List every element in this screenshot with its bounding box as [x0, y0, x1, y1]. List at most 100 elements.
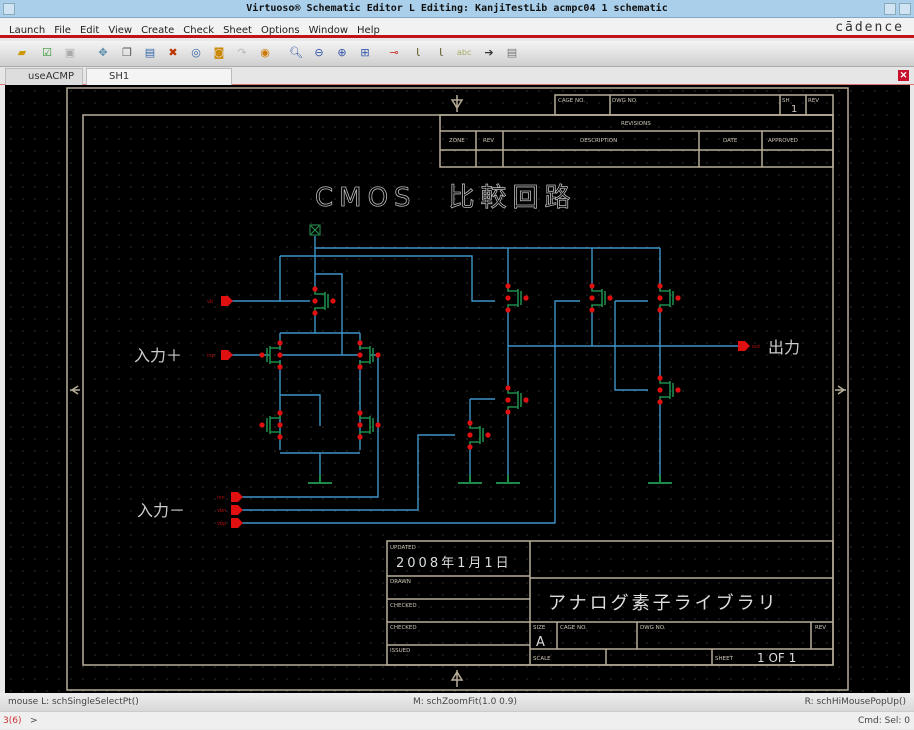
- pin-vb[interactable]: [221, 296, 233, 306]
- terminal-dot: [485, 432, 491, 438]
- description-header: DESCRIPTION: [580, 138, 617, 144]
- terminal-dot: [589, 283, 595, 289]
- terminal-dot: [277, 352, 283, 358]
- terminal-dot: [357, 352, 363, 358]
- pin-inp[interactable]: [221, 350, 233, 360]
- terminal-dot: [375, 352, 381, 358]
- pin-label: vb: [207, 299, 213, 305]
- mosfet-symbol[interactable]: [312, 286, 336, 316]
- terminal-dot: [607, 295, 613, 301]
- checked-label: CHECKED: [390, 603, 417, 609]
- size-label: SIZE: [533, 625, 546, 631]
- mouse-right-status: R: schHiMousePopUp(): [804, 697, 906, 707]
- rev-label: REV: [808, 98, 819, 104]
- issued-label: ISSUED: [390, 648, 410, 654]
- schematic-drawing: CAGE NO. DWG NO. SH 1 REV REVISIONS ZONE…: [66, 87, 849, 691]
- mosfet-symbol[interactable]: [505, 283, 529, 313]
- date-header: DATE: [723, 138, 738, 144]
- terminal-dot: [523, 295, 529, 301]
- rev-header: REV: [483, 138, 494, 144]
- mosfet-symbol[interactable]: [259, 340, 283, 370]
- size-value: A: [536, 635, 545, 650]
- ground-symbols: [308, 475, 672, 484]
- terminal-dot: [467, 444, 473, 450]
- cage-no-label: CAGE NO.: [558, 98, 585, 104]
- dwg-no-label: DWG NO.: [612, 98, 638, 104]
- input-plus-label: 入力＋: [134, 346, 182, 365]
- terminal-dot: [357, 340, 363, 346]
- mosfet-symbol[interactable]: [357, 340, 381, 370]
- terminal-dot: [657, 307, 663, 313]
- pin-label: out: [752, 344, 760, 350]
- terminal-dot: [357, 364, 363, 370]
- mosfet-symbol[interactable]: [259, 410, 283, 440]
- pins[interactable]: vb inp inn vbn vbp out: [207, 296, 760, 528]
- checked-label-2: CHECKED: [390, 625, 417, 631]
- pin-label: vbp: [217, 521, 226, 527]
- terminal-dot: [657, 283, 663, 289]
- terminal-dot: [657, 387, 663, 393]
- terminal-dot: [375, 422, 381, 428]
- revision-block-text: CAGE NO. DWG NO. SH 1 REV REVISIONS ZONE…: [449, 98, 819, 144]
- terminal-dot: [277, 410, 283, 416]
- transistors[interactable]: [259, 283, 681, 450]
- mosfet-symbol[interactable]: [467, 420, 491, 450]
- terminal-dot: [467, 432, 473, 438]
- terminal-dot: [523, 397, 529, 403]
- cmd-sel-status: Cmd: Sel: 0: [857, 716, 910, 726]
- output-label: 出力: [768, 338, 800, 357]
- command-bar: 3(6) > Cmd: Sel: 0: [0, 711, 914, 729]
- terminal-dot: [277, 364, 283, 370]
- pin-vbn[interactable]: [231, 505, 243, 515]
- terminal-dot: [505, 409, 511, 415]
- library-name: アナログ素子ライブラリ: [548, 592, 779, 614]
- terminal-dot: [277, 434, 283, 440]
- mosfet-symbol[interactable]: [589, 283, 613, 313]
- mosfet-symbol[interactable]: [505, 385, 529, 415]
- terminal-dot: [357, 434, 363, 440]
- pin-label: inn: [217, 495, 225, 501]
- drawn-label: DRAWN: [390, 579, 411, 585]
- input-minus-label: 入力－: [137, 501, 185, 520]
- terminal-dot: [589, 295, 595, 301]
- terminal-dot: [505, 295, 511, 301]
- pin-out[interactable]: [738, 341, 750, 351]
- zone-header: ZONE: [449, 138, 465, 144]
- terminal-dot: [277, 422, 283, 428]
- pin-inn[interactable]: [231, 492, 243, 502]
- vdd-cross: [310, 225, 320, 235]
- schematic-title: CMOS 比較回路: [315, 183, 577, 213]
- pin-vbp[interactable]: [231, 518, 243, 528]
- status-bar: mouse L: schSingleSelectPt() M: schZoomF…: [0, 693, 914, 711]
- sheet-label: SHEET: [715, 656, 734, 662]
- command-counter: 3(6): [3, 716, 22, 726]
- revisions-label: REVISIONS: [621, 121, 651, 127]
- mosfet-symbol[interactable]: [657, 283, 681, 313]
- pin-label: vbn: [217, 508, 226, 514]
- terminal-dot: [277, 340, 283, 346]
- mosfet-symbol[interactable]: [357, 410, 381, 440]
- wires[interactable]: [230, 236, 745, 524]
- mosfet-symbol[interactable]: [657, 375, 681, 405]
- command-prompt[interactable]: >: [30, 712, 38, 730]
- terminal-dot: [505, 385, 511, 391]
- cage-no-label-2: CAGE NO.: [560, 625, 587, 631]
- terminal-dot: [312, 298, 318, 304]
- terminal-dot: [330, 298, 336, 304]
- scale-label: SCALE: [533, 656, 551, 662]
- approved-header: APPROVED: [768, 138, 798, 144]
- terminal-dot: [505, 283, 511, 289]
- terminal-dot: [312, 310, 318, 316]
- terminal-dot: [357, 410, 363, 416]
- updated-label: UPDATED: [390, 545, 416, 551]
- terminal-dot: [505, 307, 511, 313]
- sh-value: 1: [791, 104, 797, 115]
- terminal-dot: [259, 352, 265, 358]
- terminal-dot: [657, 375, 663, 381]
- updated-date: 2008年1月1日: [396, 556, 512, 571]
- title-block-text: UPDATED 2008年1月1日 DRAWN CHECKED CHECKED …: [390, 545, 826, 665]
- terminal-dot: [657, 295, 663, 301]
- sh-label: SH: [782, 98, 790, 104]
- terminal-dot: [657, 399, 663, 405]
- terminal-dot: [467, 420, 473, 426]
